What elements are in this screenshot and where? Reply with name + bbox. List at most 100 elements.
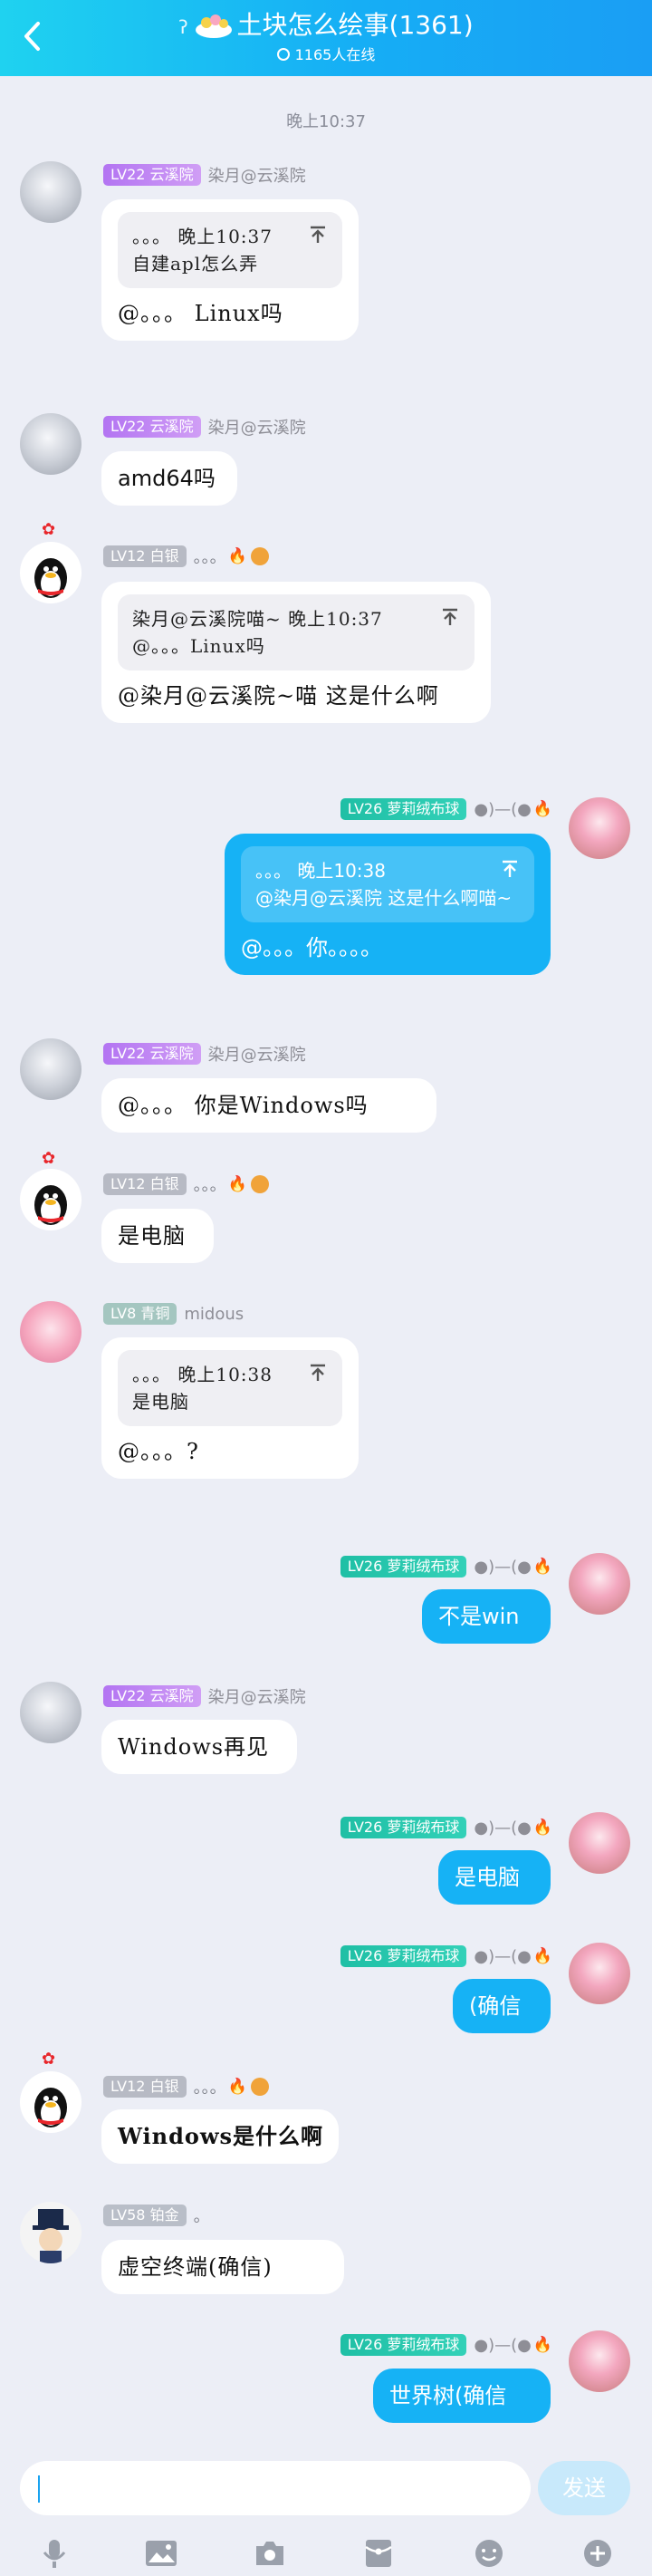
plus-icon[interactable] bbox=[580, 2535, 616, 2571]
sender-meta: LV26 萝莉绒布球 ●)—(● 🔥 bbox=[340, 2333, 552, 2357]
sender-name: ●)—(● bbox=[474, 1946, 532, 1966]
online-icon bbox=[276, 48, 290, 61]
reply-quote[interactable]: 。。。 晚上10:37 自建apl怎么弄 bbox=[118, 212, 342, 288]
message-text: 是电脑 bbox=[118, 1223, 186, 1249]
sender-name: ●)—(● bbox=[474, 1818, 532, 1838]
message-bubble[interactable]: 是电脑 bbox=[438, 1850, 551, 1905]
message-bubble[interactable]: 。。。 晚上10:38 @染月@云溪院 这是什么啊喵~ @。。。你。。。。 bbox=[225, 834, 551, 975]
mic-icon[interactable] bbox=[36, 2535, 72, 2571]
message-text: @。。。你。。。。 bbox=[241, 935, 382, 960]
reply-quote[interactable]: 。。。 晚上10:38 @染月@云溪院 这是什么啊喵~ bbox=[241, 846, 534, 922]
message-bubble[interactable]: @。。。 你是Windows吗 bbox=[101, 1078, 436, 1133]
sender-meta: LV12 白银 。。。 🔥 bbox=[103, 545, 269, 568]
quote-text: @。。。Linux吗 bbox=[132, 635, 265, 657]
text-caret bbox=[38, 2475, 40, 2503]
message-bubble[interactable]: Windows再见 bbox=[101, 1720, 297, 1774]
avatar[interactable] bbox=[20, 413, 82, 475]
message-text: Windows是什么啊 bbox=[118, 2123, 324, 2149]
smile-badge-icon bbox=[250, 547, 269, 565]
quote-header: 。。。 晚上10:37 bbox=[132, 226, 273, 247]
message-text: 世界树(确信 bbox=[389, 2383, 507, 2408]
message-text: @。。。? bbox=[118, 1439, 199, 1464]
fire-icon: 🔥 bbox=[532, 2336, 552, 2354]
avatar[interactable] bbox=[20, 1169, 82, 1230]
sender-name: 。。。 bbox=[193, 548, 226, 567]
ear-icon: ʔ bbox=[178, 16, 188, 38]
camera-icon[interactable] bbox=[252, 2535, 288, 2571]
online-status: 1165人在线 bbox=[0, 45, 652, 65]
level-badge: LV12 白银 bbox=[103, 1173, 187, 1195]
red-packet-icon[interactable] bbox=[360, 2535, 397, 2571]
jump-to-message-icon[interactable] bbox=[308, 225, 328, 245]
message-text: 是电脑 bbox=[455, 1865, 520, 1890]
message-bubble[interactable]: 虚空终端(确信) bbox=[101, 2240, 344, 2294]
image-icon[interactable] bbox=[143, 2535, 179, 2571]
avatar[interactable] bbox=[569, 797, 630, 859]
level-badge: LV22 云溪院 bbox=[103, 1043, 201, 1065]
smile-badge-icon bbox=[250, 1175, 269, 1193]
avatar[interactable] bbox=[569, 2330, 630, 2392]
emoji-icon[interactable] bbox=[471, 2535, 507, 2571]
sender-name: 染月@云溪院 bbox=[207, 1688, 306, 1707]
sender-meta: LV22 云溪院 染月@云溪院 bbox=[103, 1684, 306, 1708]
message-bubble[interactable]: (确信 bbox=[453, 1979, 551, 2033]
message-text: @。。。 你是Windows吗 bbox=[118, 1093, 369, 1118]
avatar[interactable] bbox=[20, 1038, 82, 1100]
message-bubble[interactable]: 染月@云溪院喵~ 晚上10:37 @。。。Linux吗 @染月@云溪院~喵 这是… bbox=[101, 582, 491, 723]
avatar[interactable] bbox=[20, 2071, 82, 2133]
sender-meta: LV22 云溪院 染月@云溪院 bbox=[103, 415, 306, 439]
sender-name: 。。。 bbox=[193, 2079, 226, 2098]
avatar[interactable] bbox=[20, 1682, 82, 1743]
message-bubble[interactable]: 是电脑 bbox=[101, 1209, 214, 1263]
sender-name: 染月@云溪院 bbox=[207, 167, 306, 186]
avatar[interactable] bbox=[20, 161, 82, 223]
avatar[interactable] bbox=[20, 542, 82, 603]
quote-text: 自建apl怎么弄 bbox=[132, 253, 259, 275]
message-bubble[interactable]: 不是win bbox=[422, 1589, 551, 1644]
message-text: amd64吗 bbox=[118, 466, 216, 491]
fire-icon: 🔥 bbox=[227, 1175, 247, 1193]
sender-meta: LV22 云溪院 染月@云溪院 bbox=[103, 163, 306, 187]
online-count: 1165人在线 bbox=[294, 46, 376, 63]
level-badge: LV12 白银 bbox=[103, 545, 187, 567]
group-title-row[interactable]: ʔ 土块怎么绘事(1361) bbox=[0, 9, 652, 43]
jump-to-message-icon[interactable] bbox=[440, 607, 460, 627]
message-text: @。。。 Linux吗 bbox=[118, 301, 283, 326]
flower-decoration: ✿ bbox=[42, 1149, 56, 1168]
avatar[interactable] bbox=[569, 1553, 630, 1615]
fire-icon: 🔥 bbox=[227, 2078, 247, 2096]
smile-badge-icon bbox=[250, 2078, 269, 2096]
sender-meta: LV8 青铜 midous bbox=[103, 1302, 244, 1326]
message-bubble[interactable]: Windows是什么啊 bbox=[101, 2109, 339, 2164]
flower-cloud-icon bbox=[195, 14, 232, 38]
message-bubble[interactable]: amd64吗 bbox=[101, 451, 237, 506]
top-hat-character-icon bbox=[33, 2209, 69, 2263]
jump-to-message-icon[interactable] bbox=[308, 1363, 328, 1383]
jump-to-message-icon[interactable] bbox=[500, 859, 520, 879]
sender-meta: LV26 萝莉绒布球 ●)—(● 🔥 bbox=[340, 1944, 552, 1968]
fire-icon: 🔥 bbox=[227, 547, 247, 565]
message-bubble[interactable]: 世界树(确信 bbox=[373, 2369, 551, 2423]
reply-quote[interactable]: 染月@云溪院喵~ 晚上10:37 @。。。Linux吗 bbox=[118, 594, 475, 671]
message-text: (确信 bbox=[469, 1993, 522, 2019]
avatar[interactable] bbox=[569, 1943, 630, 2004]
level-badge: LV12 白银 bbox=[103, 2076, 187, 2098]
avatar[interactable] bbox=[20, 1301, 82, 1363]
level-badge: LV26 萝莉绒布球 bbox=[340, 1945, 467, 1967]
message-bubble[interactable]: 。。。 晚上10:38 是电脑 @。。。? bbox=[101, 1337, 359, 1479]
quote-header: 染月@云溪院喵~ 晚上10:37 bbox=[132, 608, 383, 630]
fire-icon: 🔥 bbox=[532, 1947, 552, 1965]
message-bubble[interactable]: 。。。 晚上10:37 自建apl怎么弄 @。。。 Linux吗 bbox=[101, 199, 359, 341]
avatar[interactable] bbox=[20, 2202, 82, 2263]
fire-icon: 🔥 bbox=[532, 1558, 552, 1576]
level-badge: LV8 青铜 bbox=[103, 1303, 177, 1325]
reply-quote[interactable]: 。。。 晚上10:38 是电脑 bbox=[118, 1350, 342, 1426]
message-input[interactable] bbox=[20, 2461, 531, 2515]
send-button[interactable]: 发送 bbox=[538, 2461, 630, 2515]
sender-name: midous bbox=[184, 1304, 244, 1324]
input-toolbar bbox=[0, 2532, 652, 2573]
sender-name: 。。。 bbox=[193, 1176, 226, 1195]
flower-decoration: ✿ bbox=[42, 2050, 56, 2069]
avatar[interactable] bbox=[569, 1812, 630, 1874]
sender-meta: LV12 白银 。。。 🔥 bbox=[103, 1172, 269, 1196]
